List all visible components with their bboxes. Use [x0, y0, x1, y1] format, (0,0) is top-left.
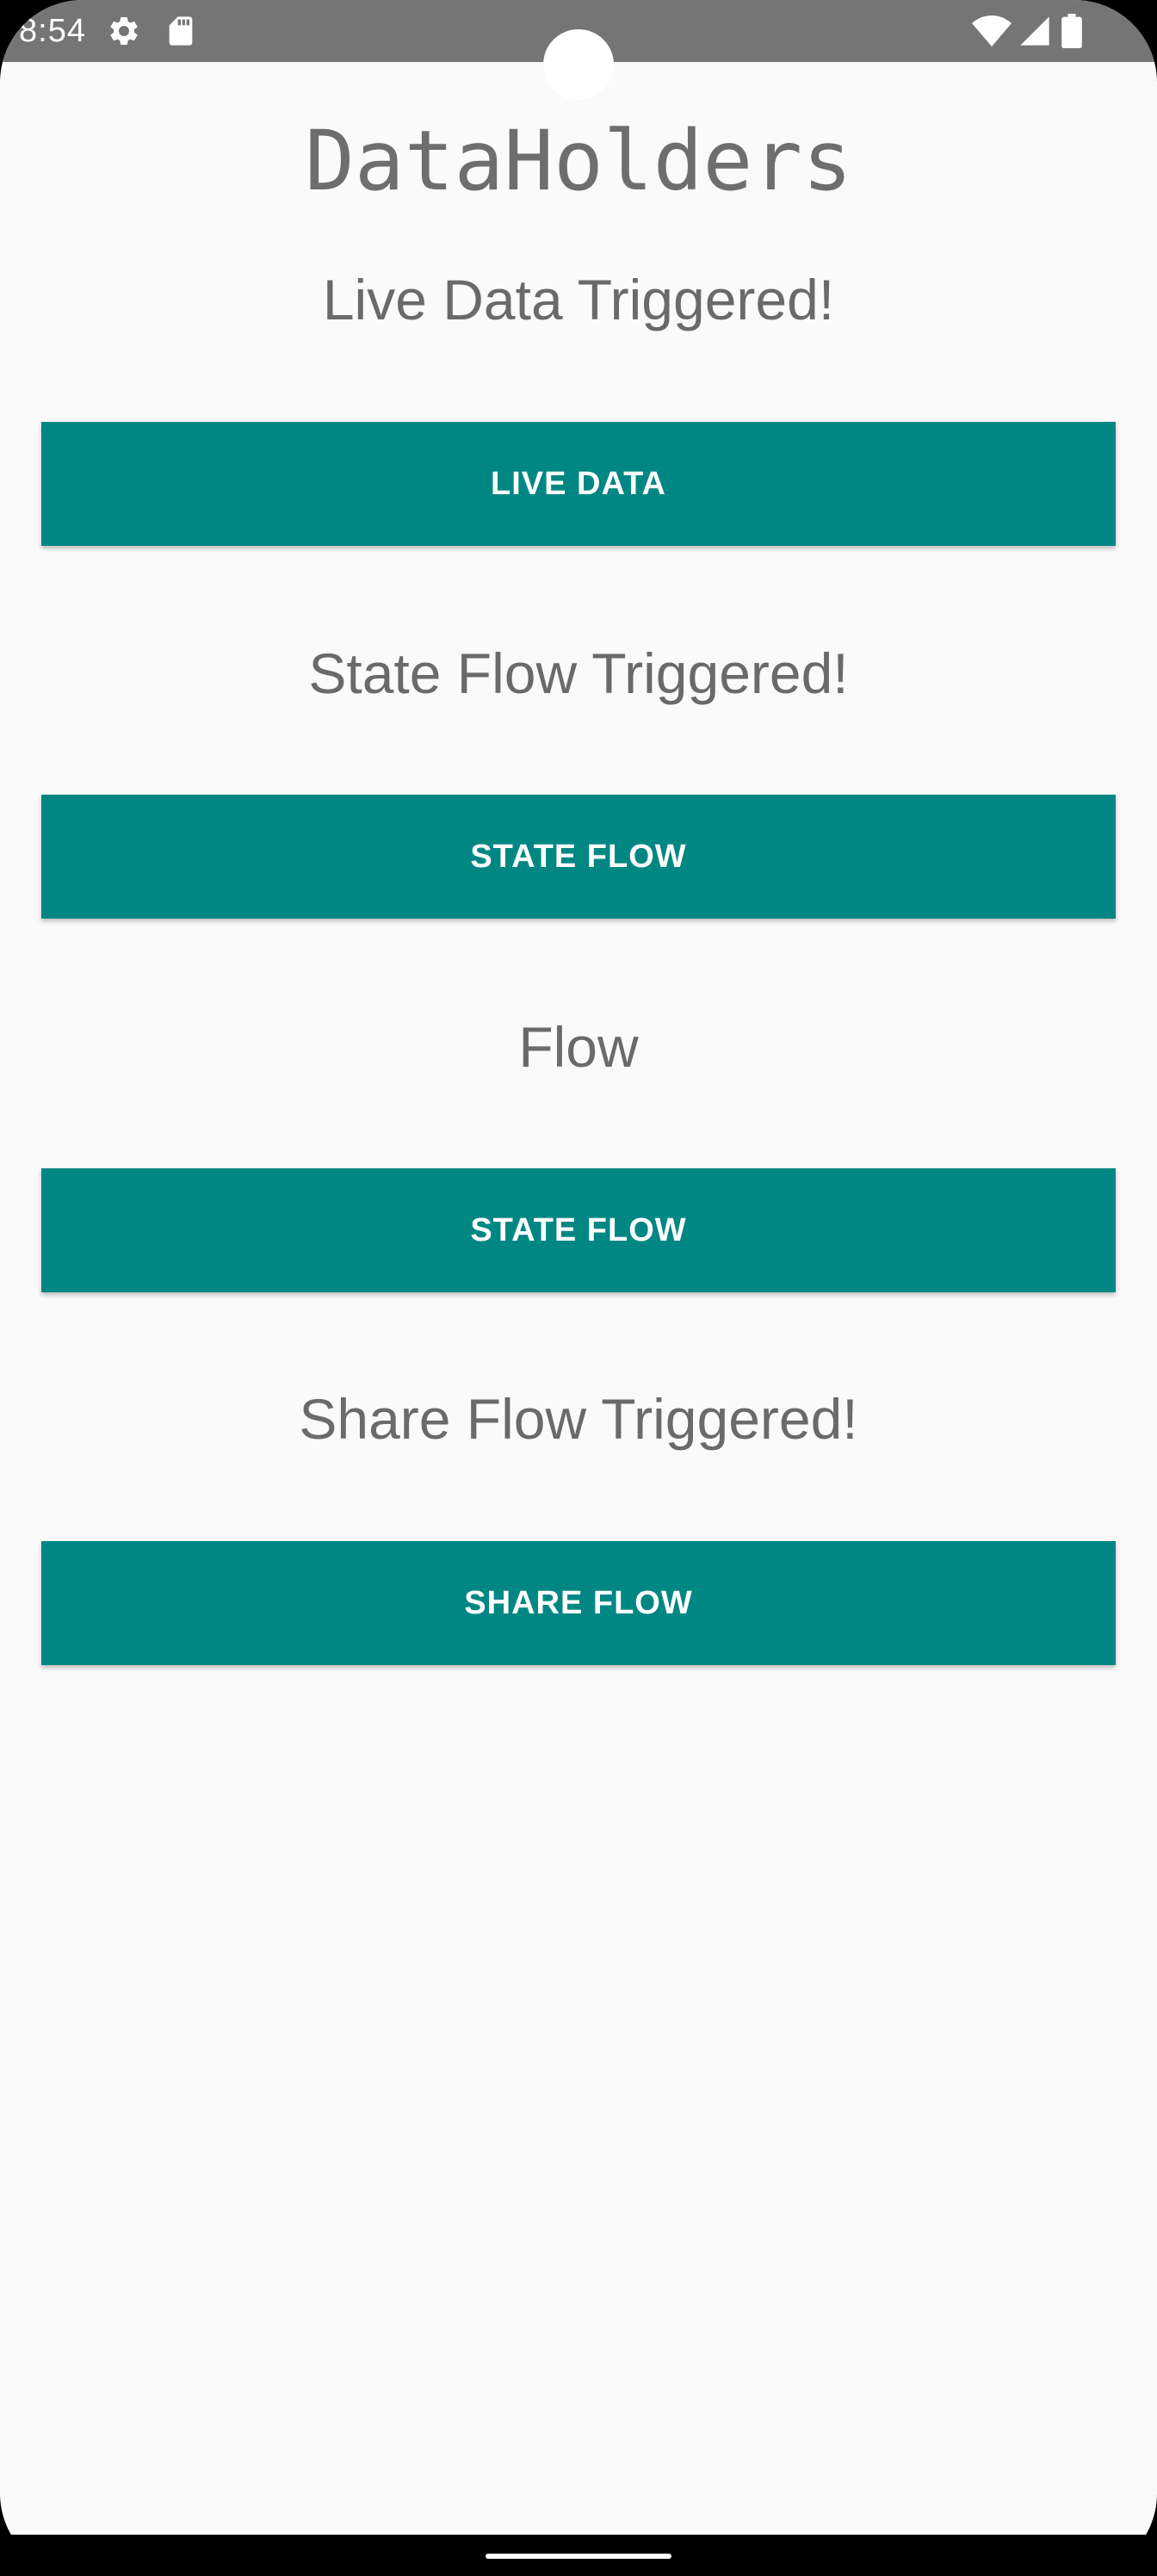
- status-time: 8:54: [19, 13, 86, 49]
- battery-icon: [1061, 14, 1083, 48]
- live-data-button-label: LIVE DATA: [491, 465, 666, 502]
- flow-button-label: STATE FLOW: [470, 1211, 687, 1248]
- state-flow-button[interactable]: STATE FLOW: [41, 795, 1116, 919]
- state-flow-button-label: STATE FLOW: [470, 838, 687, 875]
- live-data-button[interactable]: LIVE DATA: [41, 422, 1116, 546]
- flow-button[interactable]: STATE FLOW: [41, 1168, 1116, 1292]
- flow-status-label: Flow: [518, 1015, 639, 1079]
- gesture-handle[interactable]: [486, 2554, 671, 2559]
- wifi-icon: [971, 14, 1012, 48]
- gear-icon: [107, 14, 141, 48]
- app-title: DataHolders: [305, 113, 852, 209]
- state-flow-status-label: State Flow Triggered!: [308, 641, 849, 705]
- share-flow-button-label: SHARE FLOW: [464, 1584, 693, 1621]
- sd-card-icon: [164, 14, 198, 48]
- cell-signal-icon: [1018, 14, 1052, 48]
- app-screen: 8:54 DataHolders Live Data Triggered! LI…: [0, 0, 1157, 2576]
- share-flow-status-label: Share Flow Triggered!: [299, 1387, 858, 1451]
- share-flow-button[interactable]: SHARE FLOW: [41, 1541, 1116, 1665]
- live-data-status-label: Live Data Triggered!: [322, 268, 835, 331]
- camera-cutout: [543, 29, 614, 100]
